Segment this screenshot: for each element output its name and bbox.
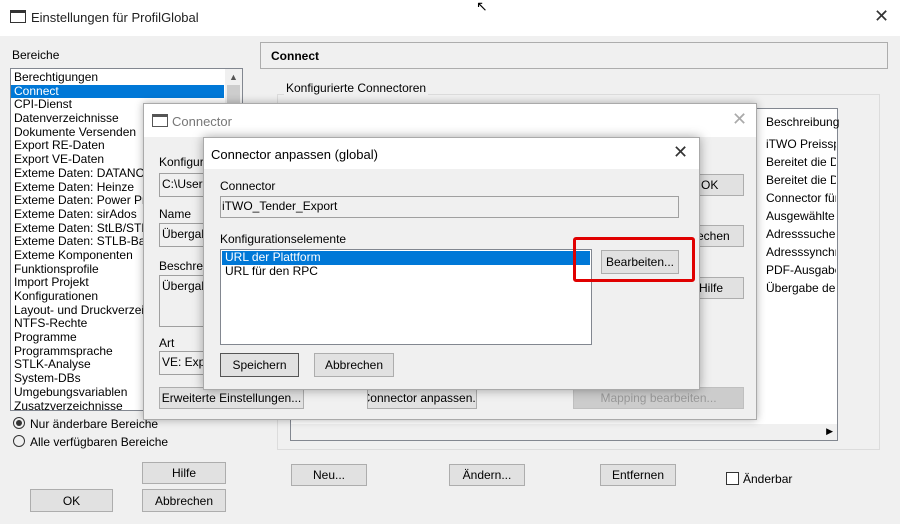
list-item[interactable]: URL für den RPC <box>222 265 590 279</box>
horizontal-scrollbar[interactable]: ▶ <box>291 424 837 440</box>
scroll-right-icon[interactable]: ▶ <box>826 426 833 437</box>
customize-title: Connector anpassen (global) <box>211 147 378 162</box>
description-cell: iTWO Preisspi <box>766 137 836 151</box>
mapping-button: Mapping bearbeiten... <box>573 387 744 409</box>
customize-title-bar: Connector anpassen (global) ✕ <box>204 138 699 169</box>
connector-title-bar: Connector ✕ <box>144 104 756 137</box>
elements-list[interactable]: URL der Plattform URL für den RPC <box>220 249 592 345</box>
description-cell: Adresssynchro <box>766 245 836 259</box>
list-item[interactable]: Connect <box>11 84 224 99</box>
remove-button[interactable]: Entfernen <box>600 464 676 486</box>
editable-label: Änderbar <box>743 472 793 486</box>
description-cell: Connector für <box>766 191 836 205</box>
elements-label: Konfigurationselemente <box>220 232 347 246</box>
group-label: Konfigurierte Connectoren <box>284 81 429 95</box>
close-icon[interactable]: ✕ <box>874 6 889 27</box>
connector-label: Connector <box>220 179 276 193</box>
panel-header: Connect <box>260 42 888 69</box>
cancel-button[interactable]: Abbrechen <box>142 489 226 512</box>
customize-connector-button[interactable]: Connector anpassen... <box>367 387 477 409</box>
editable-checkbox[interactable] <box>726 472 739 485</box>
new-button[interactable]: Neu... <box>291 464 367 486</box>
description-label: Beschrei <box>159 259 206 273</box>
description-cell: Bereitet die Da <box>766 155 836 169</box>
close-icon[interactable]: ✕ <box>673 142 688 163</box>
help-button[interactable]: Hilfe <box>142 462 226 484</box>
ok-button[interactable]: OK <box>30 489 113 512</box>
radio-all[interactable] <box>13 435 25 447</box>
main-title-bar: Einstellungen für ProfilGlobal ✕ <box>0 0 900 36</box>
description-cell: Adresssuche i <box>766 227 836 241</box>
description-cell: PDF-Ausgabe <box>766 263 836 277</box>
radio-editable-label: Nur änderbare Bereiche <box>30 417 159 431</box>
mouse-cursor-icon: ↖ <box>476 0 488 14</box>
description-cell: Übergabe der <box>766 281 836 295</box>
description-cell: Bereitet die Da <box>766 173 836 187</box>
name-label: Name <box>159 207 192 221</box>
save-button[interactable]: Speichern <box>220 353 299 377</box>
window-icon <box>152 114 168 127</box>
list-item[interactable]: URL der Plattform <box>222 251 590 265</box>
change-button[interactable]: Ändern... <box>449 464 525 486</box>
description-cell: Ausgewählte E <box>766 209 836 223</box>
window-icon <box>10 10 26 23</box>
close-icon[interactable]: ✕ <box>732 109 747 130</box>
advanced-settings-button[interactable]: Erweiterte Einstellungen... <box>159 387 304 409</box>
connector-input: iTWO_Tender_Export <box>220 196 679 218</box>
highlight-box <box>573 237 695 282</box>
main-title: Einstellungen für ProfilGlobal <box>31 10 199 25</box>
bereiche-label: Bereiche <box>12 48 60 62</box>
scroll-up-icon[interactable]: ▲ <box>225 72 242 82</box>
customize-cancel-button[interactable]: Abbrechen <box>314 353 394 377</box>
art-label: Art <box>159 336 175 350</box>
connector-title: Connector <box>172 114 232 129</box>
list-item[interactable]: Berechtigungen <box>11 71 224 85</box>
radio-editable[interactable] <box>13 417 25 429</box>
radio-all-label: Alle verfügbaren Bereiche <box>30 435 169 449</box>
column-header-description[interactable]: Beschreibung <box>766 115 839 129</box>
